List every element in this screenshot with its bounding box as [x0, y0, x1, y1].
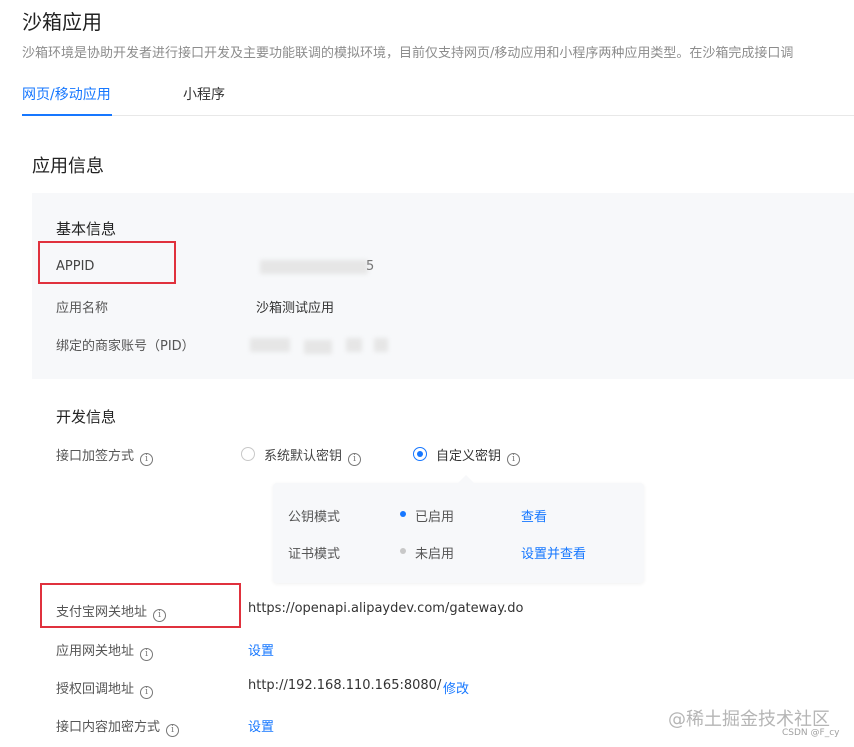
page-description: 沙箱环境是协助开发者进行接口开发及主要功能联调的模拟环境，目前仅支持网页/移动应… [22, 46, 794, 61]
popover-arrow [458, 475, 474, 483]
gateway-value: https://openapi.alipaydev.com/gateway.do [248, 601, 524, 616]
radio-default-key[interactable] [241, 447, 255, 461]
cert-mode-status: 未启用 [415, 547, 455, 562]
callback-row: 授权回调地址 i [56, 678, 154, 699]
custom-key-option[interactable]: 自定义密钥 i [436, 445, 521, 466]
basic-info-panel: 基本信息 APPID 5 应用名称 沙箱测试应用 绑定的商家账号（PID） [32, 193, 854, 379]
app-name-label: 应用名称 [56, 301, 109, 316]
sign-method-label: 接口加签方式 [56, 449, 135, 464]
cert-mode-label: 证书模式 [288, 547, 341, 562]
pid-redacted-4 [374, 338, 388, 352]
pid-redacted-3 [346, 338, 362, 352]
setup-cert-link[interactable]: 设置并查看 [521, 543, 586, 562]
disabled-status-dot [400, 548, 406, 554]
page-title: 沙箱应用 [22, 10, 102, 34]
callback-edit-link[interactable]: 修改 [443, 678, 469, 697]
active-tab-indicator [22, 114, 112, 116]
appid-highlight-box [38, 241, 176, 284]
sign-method-row: 接口加签方式 i [56, 445, 154, 466]
enabled-status-dot [400, 511, 406, 517]
custom-key-label: 自定义密钥 [436, 449, 502, 464]
encrypt-label: 接口内容加密方式 [56, 720, 161, 735]
public-key-mode-label: 公钥模式 [288, 510, 341, 525]
dev-info-title: 开发信息 [56, 408, 117, 426]
info-icon[interactable]: i [166, 724, 180, 737]
public-key-status: 已启用 [415, 510, 455, 525]
pid-label: 绑定的商家账号（PID） [56, 339, 195, 354]
watermark-sub: CSDN @F_cy [782, 728, 840, 738]
app-gateway-label: 应用网关地址 [56, 644, 135, 659]
info-icon[interactable]: i [507, 453, 521, 466]
pid-redacted-1 [250, 338, 290, 352]
default-key-option[interactable]: 系统默认密钥 i [264, 445, 362, 466]
info-icon[interactable]: i [140, 686, 154, 699]
default-key-label: 系统默认密钥 [264, 449, 343, 464]
basic-info-title: 基本信息 [56, 220, 117, 238]
app-type-tabs: 网页/移动应用 小程序 [22, 82, 854, 116]
radio-custom-key[interactable] [413, 447, 427, 461]
view-public-key-link[interactable]: 查看 [521, 506, 547, 525]
pid-redacted-2 [304, 340, 332, 354]
encrypt-setup-link[interactable]: 设置 [248, 716, 274, 735]
app-gateway-row: 应用网关地址 i [56, 640, 154, 661]
appid-redacted [260, 260, 368, 274]
gateway-highlight-box [40, 583, 241, 628]
info-icon[interactable]: i [140, 453, 154, 466]
tab-web-mobile-app[interactable]: 网页/移动应用 [22, 84, 111, 104]
app-gateway-setup-link[interactable]: 设置 [248, 640, 274, 659]
callback-label: 授权回调地址 [56, 682, 135, 697]
encrypt-row: 接口内容加密方式 i [56, 716, 180, 737]
info-icon[interactable]: i [140, 648, 154, 661]
callback-value: http://192.168.110.165:8080/ [248, 678, 442, 693]
info-icon[interactable]: i [348, 453, 362, 466]
app-info-title: 应用信息 [32, 156, 104, 177]
appid-value-suffix: 5 [366, 259, 375, 274]
app-name-value: 沙箱测试应用 [256, 301, 335, 316]
custom-key-popover: 公钥模式 已启用 查看 证书模式 未启用 设置并查看 [273, 475, 644, 583]
tab-mini-program[interactable]: 小程序 [183, 84, 225, 104]
